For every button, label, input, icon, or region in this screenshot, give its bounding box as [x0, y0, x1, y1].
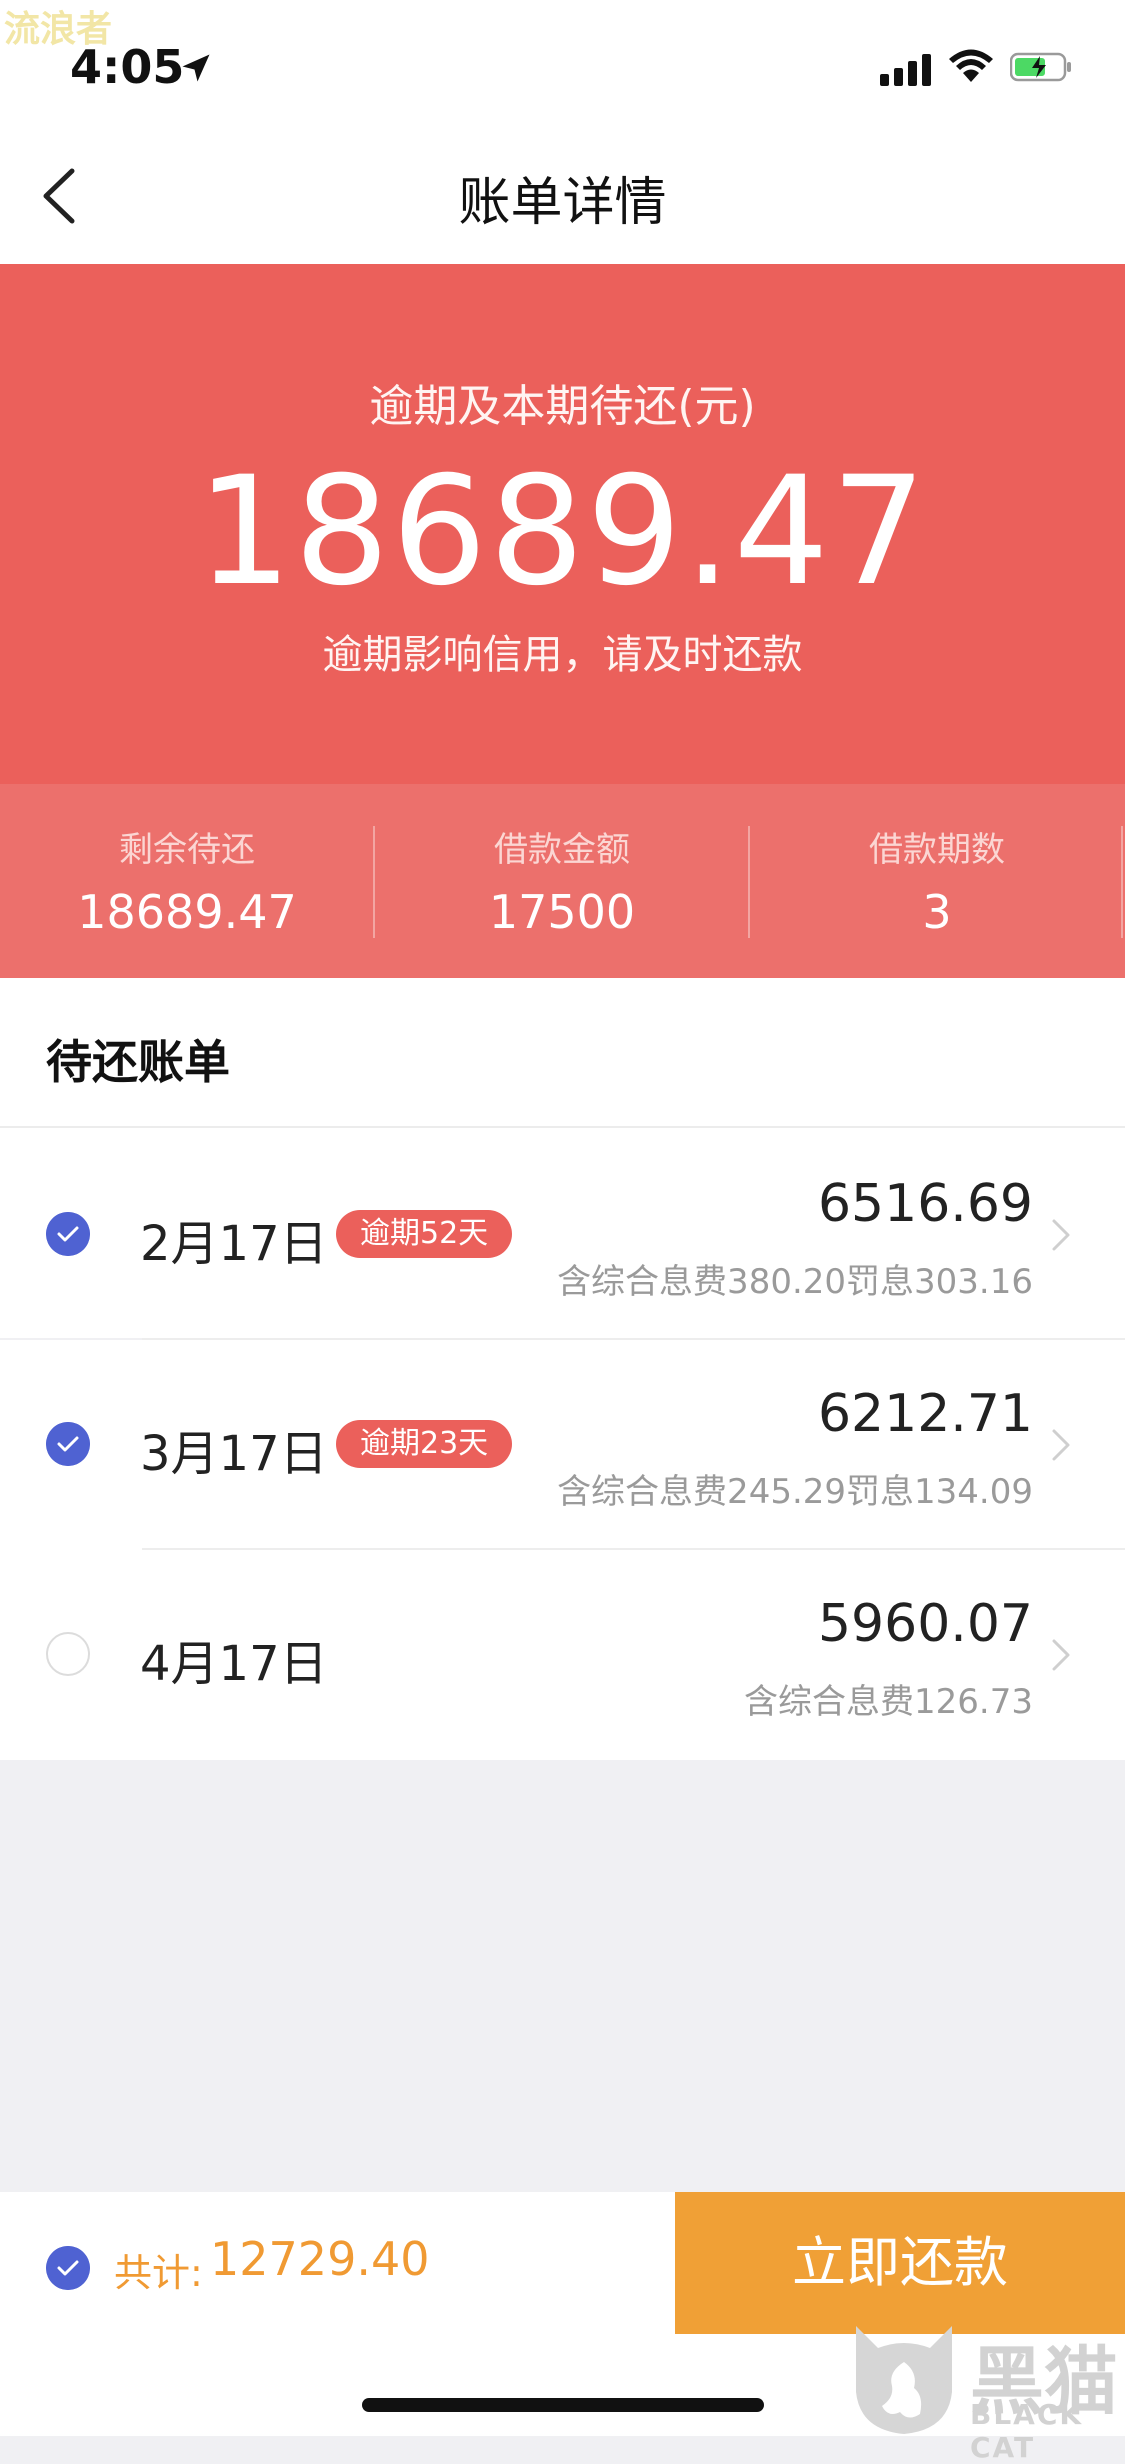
status-time: 4:05 — [70, 40, 185, 94]
wifi-icon — [949, 49, 993, 82]
stat-remaining: 剩余待还 18689.47 — [0, 822, 374, 939]
stat-loan-amount: 借款金额 17500 — [375, 822, 749, 939]
stat-label: 剩余待还 — [119, 830, 255, 870]
stat-value: 3 — [922, 885, 952, 939]
cellular-signal-icon — [880, 52, 936, 86]
stat-label: 借款期数 — [869, 830, 1005, 870]
due-amount-label: 逾期及本期待还(元) — [369, 381, 756, 432]
page-title: 账单详情 — [458, 173, 667, 233]
location-arrow-icon — [182, 54, 210, 82]
battery-charging-icon — [1010, 52, 1071, 82]
bill-amount: 5960.07 — [817, 1594, 1033, 1654]
bill-date: 4月17日 — [140, 1636, 328, 1692]
bill-fee-detail: 含综合息费380.20罚息303.16 — [557, 1262, 1033, 1302]
chevron-right-icon — [1052, 1219, 1070, 1251]
pay-now-button[interactable]: 立即还款 — [675, 2192, 1125, 2334]
total-value: 12729.40 — [210, 2232, 430, 2286]
bill-amount: 6516.69 — [817, 1174, 1033, 1234]
chevron-right-icon — [1052, 1429, 1070, 1461]
bill-amount: 6212.71 — [817, 1384, 1033, 1444]
checkbox-checked-icon[interactable] — [46, 1422, 90, 1466]
select-all-checkbox-icon[interactable] — [46, 2246, 90, 2290]
stat-periods: 借款期数 3 — [750, 822, 1124, 939]
checkbox-checked-icon[interactable] — [46, 1212, 90, 1256]
bill-date: 2月17日 — [140, 1216, 328, 1272]
stat-label: 借款金额 — [494, 830, 630, 870]
overdue-badge: 逾期23天 — [336, 1420, 513, 1468]
checkbox-unchecked-icon[interactable] — [46, 1632, 90, 1676]
home-indicator — [362, 2398, 764, 2412]
bill-date: 3月17日 — [140, 1426, 328, 1482]
stat-value: 17500 — [488, 885, 636, 939]
overdue-badge: 逾期52天 — [336, 1210, 513, 1258]
bill-fee-detail: 含综合息费126.73 — [744, 1682, 1033, 1722]
bill-fee-detail: 含综合息费245.29罚息134.09 — [557, 1472, 1033, 1512]
overdue-warning: 逾期影响信用，请及时还款 — [322, 632, 803, 678]
stat-divider — [1121, 826, 1123, 938]
due-amount: 18689.47 — [196, 445, 929, 619]
watermark-logo-en: BLACK CAT — [970, 2398, 1084, 2464]
stat-value: 18689.47 — [77, 885, 297, 939]
total-label: 共计: — [114, 2251, 203, 2295]
chevron-right-icon — [1052, 1639, 1070, 1671]
section-title: 待还账单 — [46, 1035, 230, 1089]
cat-logo-icon — [856, 2326, 952, 2434]
